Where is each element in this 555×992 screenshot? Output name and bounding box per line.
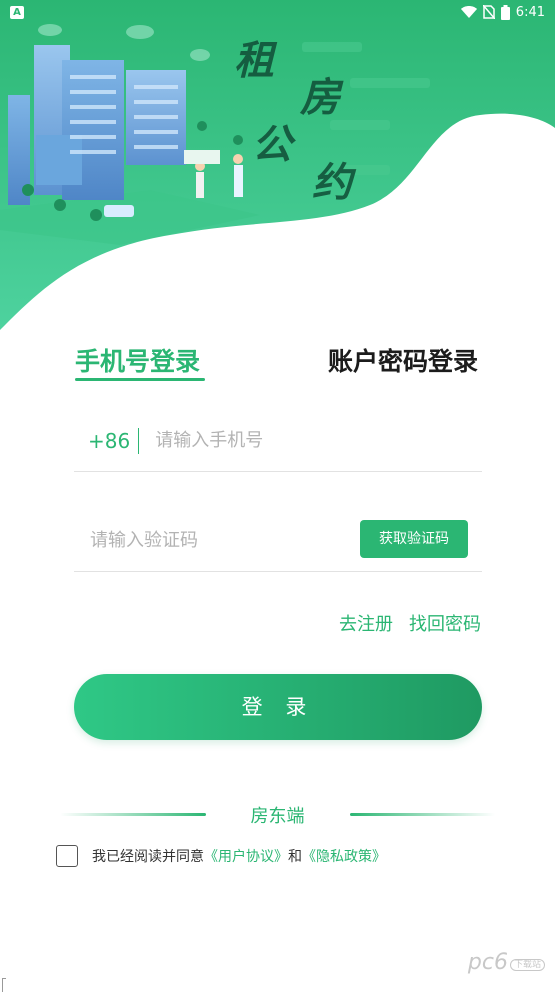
hero-title-char: 租 <box>234 37 274 84</box>
register-link[interactable]: 去注册 <box>339 610 393 636</box>
no-sim-icon <box>482 5 495 19</box>
battery-icon <box>500 4 510 20</box>
tab-phone-login[interactable]: 手机号登录 <box>75 342 200 378</box>
hero-title-char: 房 <box>300 74 340 121</box>
status-bar: A 6:41 <box>0 0 555 24</box>
code-field-row: 获取验证码 <box>74 510 482 572</box>
hero-banner: 租 房 公 约 <box>0 0 555 340</box>
auth-links: 去注册 找回密码 <box>339 610 481 636</box>
get-code-button[interactable]: 获取验证码 <box>360 520 468 558</box>
hero-title-char: 公 <box>252 121 292 168</box>
watermark-sub: 下载站 <box>509 958 545 971</box>
user-agreement-link[interactable]: 《用户协议》 <box>204 846 288 866</box>
divider-right <box>350 813 495 816</box>
wifi-icon <box>460 5 477 18</box>
agreement-row: 我已经阅读并同意 《用户协议》 和 《隐私政策》 <box>56 845 386 867</box>
corner-mark <box>2 978 6 992</box>
country-code-divider <box>138 427 140 454</box>
phone-input[interactable] <box>155 430 456 451</box>
hero-title-char: 约 <box>312 159 352 206</box>
notification-app-icon: A <box>10 5 24 19</box>
phone-field-row: +86 <box>74 410 482 472</box>
login-button[interactable]: 登 录 <box>74 674 482 740</box>
hero-illustration <box>0 0 555 340</box>
forgot-password-link[interactable]: 找回密码 <box>409 610 481 636</box>
privacy-policy-link[interactable]: 《隐私政策》 <box>302 846 386 866</box>
agreement-checkbox[interactable] <box>56 845 78 867</box>
verification-code-input[interactable] <box>74 530 334 551</box>
country-code[interactable]: +86 <box>74 429 130 453</box>
agreement-conj: 和 <box>288 849 302 865</box>
tab-password-login[interactable]: 账户密码登录 <box>328 342 478 378</box>
watermark-text: pc6 <box>467 950 508 975</box>
agreement-prefix: 我已经阅读并同意 <box>92 849 204 865</box>
watermark: pc6 下载站 <box>468 950 545 975</box>
status-time: 6:41 <box>515 4 545 20</box>
tab-active-indicator <box>75 378 205 381</box>
